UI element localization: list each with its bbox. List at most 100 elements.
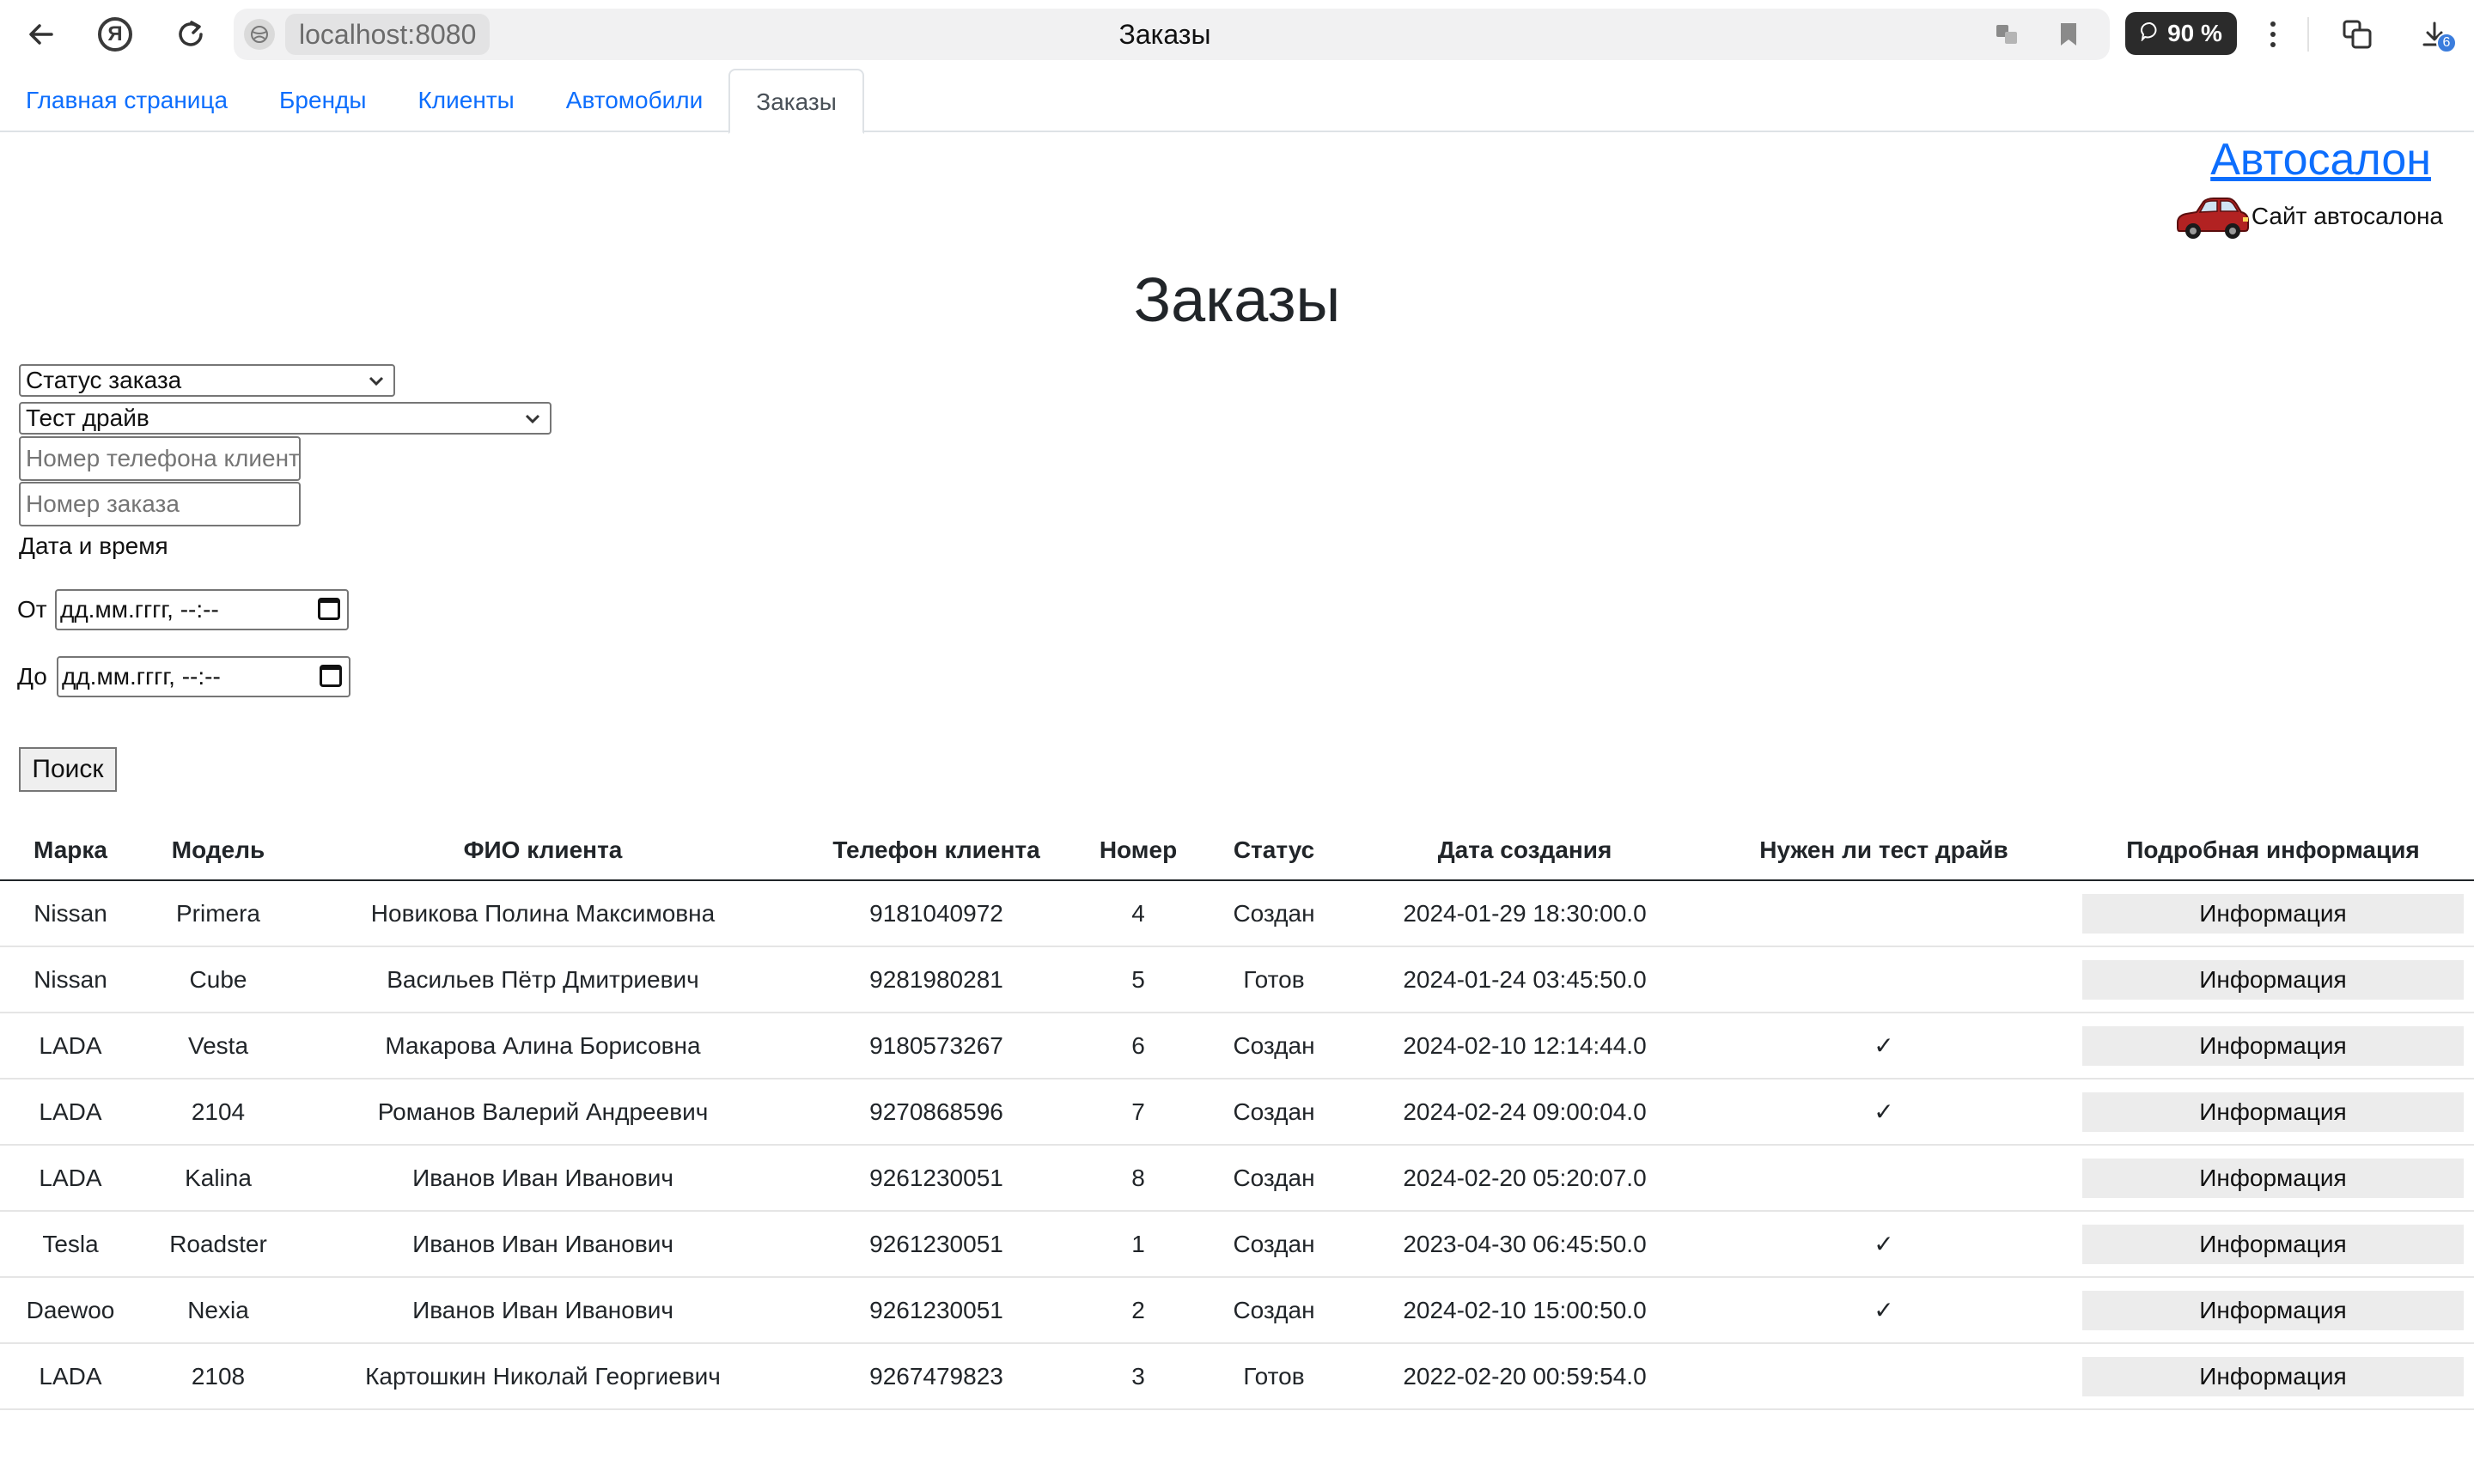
cell-number: 1 [1082, 1211, 1194, 1278]
tab-cars[interactable]: Автомобили [540, 69, 729, 132]
toolbar-divider [2307, 17, 2309, 52]
info-button[interactable]: Информация [2082, 1290, 2464, 1330]
cell-number: 5 [1082, 946, 1194, 1013]
cell-number: 8 [1082, 1145, 1194, 1212]
reload-icon[interactable] [168, 12, 213, 57]
calendar-icon[interactable] [318, 598, 340, 620]
cell-status: Создан [1194, 1079, 1354, 1146]
cell-created: 2023-04-30 06:45:50.0 [1354, 1211, 1696, 1278]
back-arrow-icon[interactable] [19, 12, 64, 57]
order-status-select-value: Статус заказа [26, 367, 182, 393]
cell-number: 7 [1082, 1079, 1194, 1146]
cell-created: 2024-02-10 15:00:50.0 [1354, 1277, 1696, 1344]
cell-details: Информация [2072, 880, 2474, 947]
info-button[interactable]: Информация [2082, 959, 2464, 1000]
cell-brand: LADA [0, 1343, 141, 1410]
yandex-logo-icon[interactable]: Я [93, 12, 137, 57]
column-header-test-drive: Нужен ли тест драйв [1696, 820, 2072, 881]
downloads-count-badge: 6 [2436, 33, 2457, 53]
cell-status: Создан [1194, 880, 1354, 947]
column-header-model: Модель [141, 820, 296, 881]
address-bar[interactable]: Заказы localhost:8080 [234, 9, 2110, 60]
cell-phone: 9180573267 [790, 1013, 1082, 1080]
cell-phone: 9281980281 [790, 946, 1082, 1013]
info-button[interactable]: Информация [2082, 1224, 2464, 1264]
date-to-input[interactable]: дд.мм.гггг, --:-- [57, 656, 350, 697]
cell-number: 6 [1082, 1013, 1194, 1080]
tab-orders[interactable]: Заказы [728, 69, 864, 134]
cell-model: 2104 [141, 1079, 296, 1146]
cell-details: Информация [2072, 1013, 2474, 1080]
client-phone-input[interactable]: Номер телефона клиента [19, 436, 301, 481]
column-header-number: Номер [1082, 820, 1194, 881]
test-drive-select[interactable]: Тест драйв [19, 402, 551, 435]
more-vertical-icon[interactable] [2251, 12, 2295, 57]
cell-created: 2024-02-10 12:14:44.0 [1354, 1013, 1696, 1080]
info-button[interactable]: Информация [2082, 893, 2464, 934]
info-button[interactable]: Информация [2082, 1158, 2464, 1198]
cell-client: Иванов Иван Иванович [296, 1145, 790, 1212]
cell-brand: LADA [0, 1013, 141, 1080]
cell-number: 4 [1082, 880, 1194, 947]
zoom-level: 90 % [2167, 20, 2222, 46]
order-number-input[interactable]: Номер заказа [19, 482, 301, 526]
cell-created: 2024-01-24 03:45:50.0 [1354, 946, 1696, 1013]
table-row: Tesla Roadster Иванов Иван Иванович 9261… [0, 1211, 2474, 1278]
cell-status: Готов [1194, 946, 1354, 1013]
translate-icon[interactable] [1990, 17, 2024, 52]
tab-collections-icon[interactable] [2335, 12, 2380, 57]
brand-link[interactable]: Автосалон [2210, 132, 2431, 187]
cell-status: Создан [1194, 1145, 1354, 1212]
page-title: Заказы [1133, 266, 1341, 335]
url-text[interactable]: localhost:8080 [285, 14, 491, 55]
comment-bubble-icon [2140, 21, 2160, 47]
cell-details: Информация [2072, 1145, 2474, 1212]
tab-home[interactable]: Главная страница [0, 69, 253, 132]
info-button[interactable]: Информация [2082, 1025, 2464, 1066]
date-from-input[interactable]: дд.мм.гггг, --:-- [55, 589, 349, 630]
cell-phone: 9261230051 [790, 1277, 1082, 1344]
from-label: От [17, 596, 47, 623]
cell-client: Васильев Пётр Дмитриевич [296, 946, 790, 1013]
tab-clients[interactable]: Клиенты [393, 69, 540, 132]
cell-model: Roadster [141, 1211, 296, 1278]
tab-title: Заказы [1118, 19, 1211, 50]
search-button[interactable]: Поиск [19, 747, 117, 792]
cell-test-drive [1696, 1343, 2072, 1410]
table-row: LADA Vesta Макарова Алина Борисовна 9180… [0, 1013, 2474, 1080]
cell-client: Макарова Алина Борисовна [296, 1013, 790, 1080]
column-header-phone: Телефон клиента [790, 820, 1082, 881]
cell-model: Nexia [141, 1277, 296, 1344]
cell-test-drive: ✓ [1696, 1211, 2072, 1278]
zoom-indicator[interactable]: 90 % [2125, 12, 2237, 55]
cell-test-drive: ✓ [1696, 1277, 2072, 1344]
chevron-down-icon [524, 405, 541, 440]
cell-test-drive [1696, 880, 2072, 947]
cell-phone: 9270868596 [790, 1079, 1082, 1146]
column-header-client: ФИО клиента [296, 820, 790, 881]
calendar-icon[interactable] [320, 665, 342, 687]
chevron-down-icon [368, 368, 385, 402]
tab-brands[interactable]: Бренды [253, 69, 392, 132]
cell-phone: 9267479823 [790, 1343, 1082, 1410]
cell-client: Картошкин Николай Георгиевич [296, 1343, 790, 1410]
cell-created: 2022-02-20 00:59:54.0 [1354, 1343, 1696, 1410]
cell-phone: 9261230051 [790, 1145, 1082, 1212]
brand-subtitle: Сайт автосалона [2251, 203, 2443, 229]
cell-details: Информация [2072, 1277, 2474, 1344]
browser-toolbar: Я Заказы localhost:8080 90 % 6 [0, 0, 2474, 69]
site-info-icon[interactable] [244, 19, 275, 50]
cell-brand: Daewoo [0, 1277, 141, 1344]
order-status-select[interactable]: Статус заказа [19, 364, 395, 397]
info-button[interactable]: Информация [2082, 1356, 2464, 1396]
table-row: Nissan Cube Васильев Пётр Дмитриевич 928… [0, 946, 2474, 1013]
cell-details: Информация [2072, 1079, 2474, 1146]
cell-status: Создан [1194, 1277, 1354, 1344]
bookmark-icon[interactable] [2051, 17, 2086, 52]
cell-client: Романов Валерий Андреевич [296, 1079, 790, 1146]
cell-model: Vesta [141, 1013, 296, 1080]
info-button[interactable]: Информация [2082, 1092, 2464, 1132]
column-header-brand: Марка [0, 820, 141, 881]
cell-brand: LADA [0, 1079, 141, 1146]
download-icon[interactable]: 6 [2412, 12, 2457, 57]
